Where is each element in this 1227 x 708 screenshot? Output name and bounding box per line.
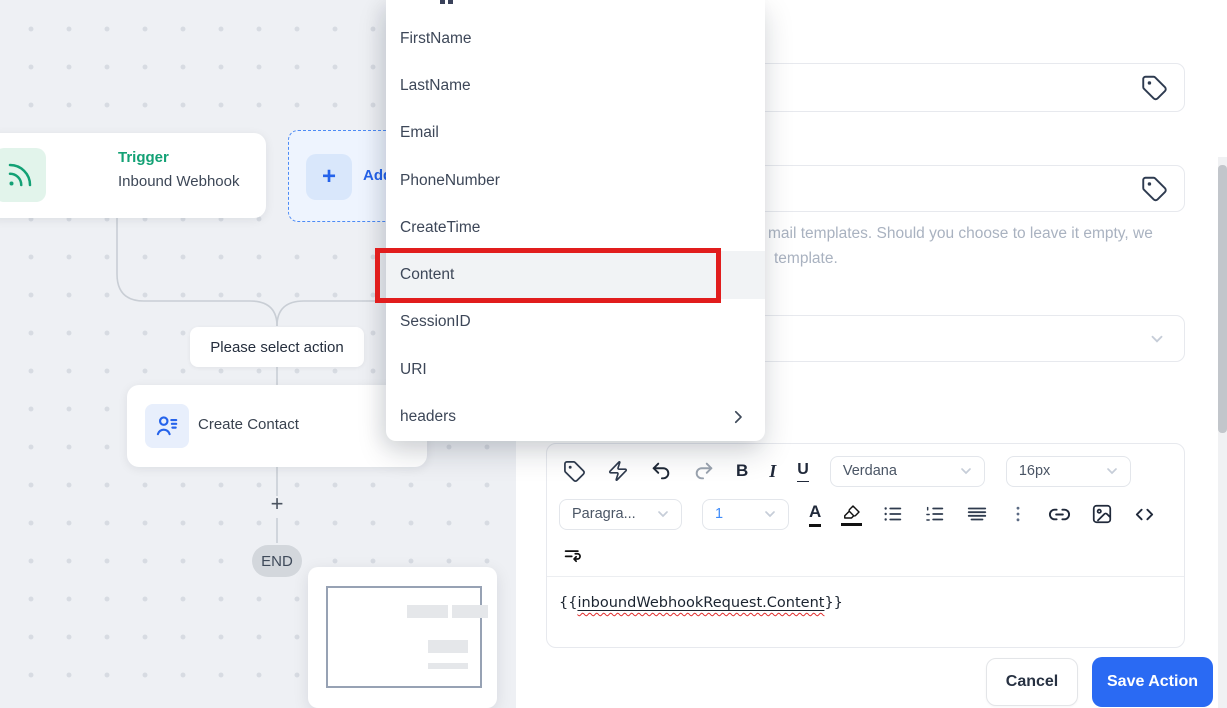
font-family-value: Verdana	[842, 463, 897, 479]
clipped-item-fragment	[440, 0, 445, 4]
dropdown-item[interactable]: URI	[386, 346, 765, 393]
contact-person-icon	[145, 404, 189, 448]
create-contact-label: Create Contact	[198, 416, 299, 433]
font-family-select[interactable]: Verdana	[829, 455, 985, 487]
underline-button[interactable]: U	[797, 460, 809, 482]
scrollbar-thumb[interactable]	[1218, 165, 1227, 433]
select-action-prompt: Please select action	[190, 327, 364, 367]
helper-text-line1: mail templates. Should you choose to lea…	[768, 225, 1153, 242]
dropdown-item[interactable]: SessionID	[386, 299, 765, 346]
dropdown-item-label: CreateTime	[400, 218, 481, 236]
dropdown-item[interactable]: LastName	[386, 62, 765, 109]
editor-toolbar: B I U Verdana 16px Paragra... 1 A	[547, 444, 1184, 577]
bullet-list-icon[interactable]	[882, 503, 904, 525]
template-preview-card	[308, 567, 497, 708]
cancel-button[interactable]: Cancel	[986, 658, 1078, 706]
trigger-node-subtitle: Inbound Webhook	[118, 173, 240, 190]
dropdown-item-label: URI	[400, 360, 427, 378]
helper-text: mail templates. Should you choose to lea…	[768, 221, 1198, 271]
paragraph-style-select[interactable]: Paragra...	[559, 498, 682, 530]
merge-token: inboundWebhookRequest.Content	[577, 595, 825, 611]
dropdown-item-label: Email	[400, 124, 439, 142]
dropdown-item[interactable]: Email	[386, 110, 765, 157]
text-wrap-icon[interactable]	[563, 545, 584, 566]
chevron-right-icon	[729, 408, 747, 426]
add-step-button[interactable]: +	[265, 493, 289, 515]
redo-icon[interactable]	[693, 460, 715, 482]
create-contact-node[interactable]: Create Contact	[127, 385, 427, 467]
undo-icon[interactable]	[650, 460, 672, 482]
font-size-value: 16px	[1018, 463, 1051, 479]
dropdown-item[interactable]: Content	[386, 251, 765, 299]
chevron-down-icon	[961, 468, 971, 475]
merge-token-open: {{	[559, 595, 578, 611]
paragraph-style-value: Paragra...	[572, 506, 636, 522]
dropdown-item[interactable]: FirstName	[386, 15, 765, 62]
link-icon[interactable]	[1048, 503, 1071, 526]
save-action-button[interactable]: Save Action	[1092, 657, 1213, 707]
line-height-select[interactable]: 1	[702, 498, 789, 530]
editor-content[interactable]: {{inboundWebhookRequest.Content}}	[547, 577, 1184, 611]
preview-frame	[326, 586, 482, 688]
chevron-down-icon	[765, 511, 775, 518]
dropdown-item-label: FirstName	[400, 29, 472, 47]
placeholder-bar	[428, 640, 468, 653]
plus-icon: +	[306, 154, 352, 200]
field-dropdown: FirstName LastName Email PhoneNumber Cre…	[386, 0, 765, 441]
dropdown-item-label: Content	[400, 266, 455, 284]
text-color-button[interactable]: A	[809, 502, 822, 527]
code-icon[interactable]	[1133, 503, 1156, 526]
dropdown-item[interactable]: headers	[386, 393, 765, 440]
placeholder-bar	[428, 663, 468, 669]
highlight-icon[interactable]	[841, 503, 863, 526]
rich-text-editor: B I U Verdana 16px Paragra... 1 A {{inbo…	[546, 443, 1185, 648]
tag-icon[interactable]	[1141, 74, 1168, 101]
placeholder-bar	[452, 605, 488, 618]
chevron-down-icon	[1148, 330, 1166, 348]
end-badge: END	[252, 545, 302, 577]
line-height-value: 1	[715, 506, 724, 522]
helper-text-line2: template.	[774, 250, 838, 267]
tag-icon[interactable]	[1141, 175, 1168, 202]
dropdown-item-label: PhoneNumber	[400, 171, 500, 189]
field-dropdown-list: FirstName LastName Email PhoneNumber Cre…	[386, 15, 765, 441]
dropdown-item-label: LastName	[400, 76, 471, 94]
dropdown-item[interactable]: PhoneNumber	[386, 157, 765, 204]
merge-token-close: }}	[824, 595, 843, 611]
lightning-icon[interactable]	[607, 460, 629, 482]
bold-button[interactable]: B	[736, 461, 748, 481]
align-icon[interactable]	[966, 503, 988, 525]
dropdown-item[interactable]: CreateTime	[386, 204, 765, 251]
placeholder-bar	[407, 605, 448, 618]
webhook-signal-icon	[0, 148, 46, 202]
clipped-item-fragment	[448, 0, 453, 4]
trigger-node-title: Trigger	[118, 149, 169, 166]
more-vertical-icon[interactable]	[1008, 503, 1028, 525]
chevron-down-icon	[658, 511, 668, 518]
tag-icon[interactable]	[563, 460, 586, 483]
dropdown-item-label: headers	[400, 408, 457, 426]
image-icon[interactable]	[1091, 503, 1113, 525]
trigger-node[interactable]: Trigger Inbound Webhook	[0, 133, 266, 218]
numbered-list-icon[interactable]	[924, 503, 946, 525]
font-size-select[interactable]: 16px	[1005, 455, 1131, 487]
dropdown-item-label: SessionID	[400, 313, 471, 331]
italic-button[interactable]: I	[769, 461, 776, 481]
chevron-down-icon	[1107, 468, 1117, 475]
